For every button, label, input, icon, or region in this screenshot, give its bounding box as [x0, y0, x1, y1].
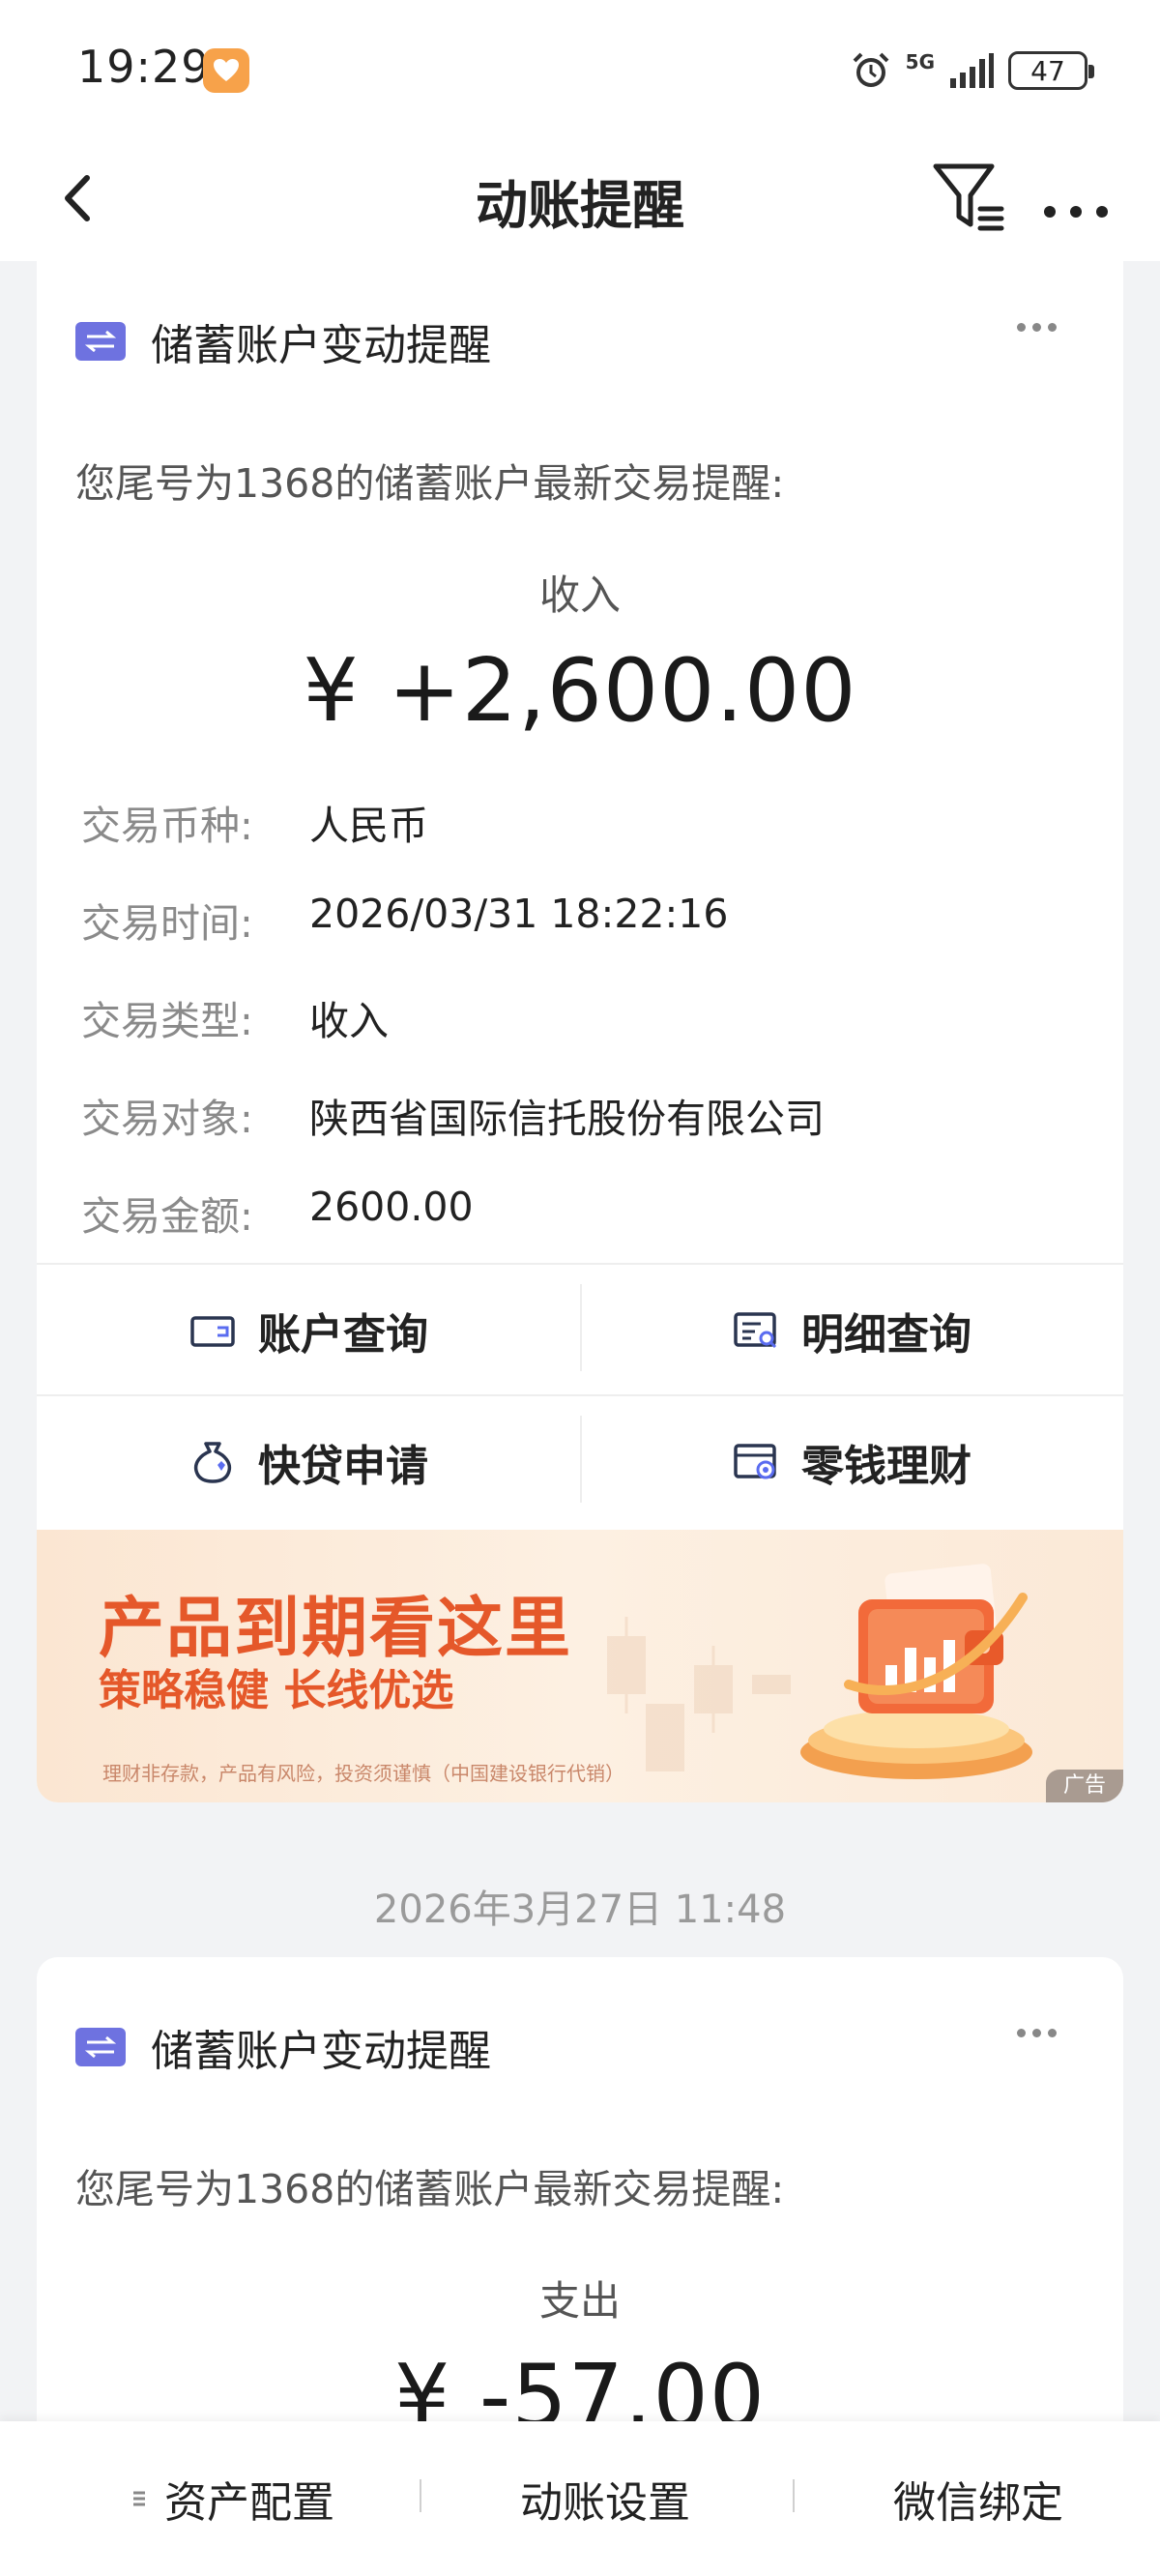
- transaction-amount: ¥ +2,600.00: [303, 640, 857, 742]
- detail-row-currency: 交易币种: 人民币: [81, 793, 428, 851]
- more-options-button[interactable]: [1034, 157, 1117, 240]
- banner-disclaimer: 理财非存款，产品有风险，投资须谨慎（中国建设银行代销）: [102, 1762, 624, 1785]
- notification-settings-button[interactable]: 动账设置: [412, 2421, 798, 2576]
- filter-button[interactable]: [928, 149, 1011, 242]
- wechat-binding-button[interactable]: 微信绑定: [785, 2421, 1160, 2576]
- detail-label: 交易类型:: [81, 998, 253, 1044]
- loan-bag-icon: [193, 1442, 232, 1483]
- card-header: 储蓄账户变动提醒: [75, 2013, 491, 2081]
- transaction-type-heading: 收入: [538, 571, 621, 619]
- card-more-button[interactable]: [1017, 2023, 1085, 2062]
- banner-subtitle: 策略稳健 长线优选: [99, 1666, 454, 1715]
- card-title: 储蓄账户变动提醒: [151, 321, 491, 370]
- detail-value: 陕西省国际信托股份有限公司: [309, 1096, 825, 1142]
- detail-row-counterparty: 交易对象: 陕西省国际信托股份有限公司: [81, 1086, 825, 1144]
- detail-row-type: 交易类型: 收入: [81, 988, 389, 1046]
- account-transfer-icon: [75, 322, 126, 361]
- ad-banner[interactable]: 产品到期看这里 策略稳健 长线优选 理财非存款，产品有风险，投资须谨慎（中国建设…: [37, 1530, 1123, 1802]
- detail-label: 交易对象:: [81, 1096, 253, 1142]
- bottom-item-label: 微信绑定: [893, 2478, 1063, 2528]
- detail-label: 交易时间:: [81, 900, 253, 947]
- detail-search-icon: [734, 1312, 777, 1349]
- ad-tag: 广告: [1046, 1770, 1123, 1802]
- status-bar: 19:29 5G 47: [0, 0, 1160, 135]
- alarm-icon: [853, 52, 889, 87]
- card-title: 储蓄账户变动提醒: [151, 2027, 491, 2076]
- notification-date: 2026年3月27日 11:48: [373, 1888, 787, 1932]
- action-label: 快贷申请: [258, 1442, 428, 1491]
- asset-allocation-button[interactable]: 资产配置: [39, 2421, 425, 2576]
- detail-value: 2026/03/31 18:22:16: [309, 891, 729, 937]
- detail-value: 人民币: [309, 803, 428, 849]
- detail-query-button[interactable]: 明细查询: [580, 1265, 1123, 1396]
- filter-icon: [933, 163, 1004, 231]
- battery-indicator: 47: [1008, 51, 1094, 90]
- detail-label: 交易币种:: [81, 803, 253, 849]
- card-header: 储蓄账户变动提醒: [75, 307, 491, 375]
- detail-row-time: 交易时间: 2026/03/31 18:22:16: [81, 891, 728, 949]
- card-more-button[interactable]: [1017, 317, 1085, 356]
- network-type: 5G: [905, 50, 935, 73]
- loan-apply-button[interactable]: 快贷申请: [37, 1396, 580, 1528]
- action-label: 零钱理财: [801, 1442, 972, 1491]
- wealth-card-icon: [734, 1444, 776, 1479]
- detail-value: 收入: [309, 998, 389, 1044]
- change-wealth-button[interactable]: 零钱理财: [580, 1396, 1123, 1528]
- status-indicators: 5G 47: [850, 46, 1094, 95]
- wallet-icon: [190, 1316, 235, 1347]
- status-time: 19:29: [77, 41, 211, 93]
- card-description: 您尾号为1368的储蓄账户最新交易提醒:: [75, 460, 785, 507]
- bottom-item-label: 动账设置: [520, 2478, 690, 2528]
- action-label: 账户查询: [258, 1310, 428, 1360]
- health-heart-icon: [203, 48, 249, 93]
- bottom-bar: 资产配置 动账设置 微信绑定: [0, 2421, 1160, 2576]
- bottom-item-label: 资产配置: [164, 2478, 334, 2528]
- card-description: 您尾号为1368的储蓄账户最新交易提醒:: [75, 2166, 785, 2212]
- transaction-type-heading: 支出: [538, 2277, 621, 2325]
- detail-label: 交易金额:: [81, 1193, 253, 1240]
- battery-level: 47: [1030, 54, 1065, 87]
- menu-lines-icon: [133, 2491, 145, 2506]
- account-query-button[interactable]: 账户查询: [37, 1265, 580, 1396]
- detail-row-amount: 交易金额: 2600.00: [81, 1184, 474, 1242]
- account-transfer-icon: [75, 2028, 126, 2066]
- more-dots-icon: [1044, 206, 1108, 218]
- notification-card: 储蓄账户变动提醒 您尾号为1368的储蓄账户最新交易提醒: 收入 ¥ +2,60…: [37, 251, 1123, 1802]
- signal-icon: [950, 53, 994, 88]
- detail-value: 2600.00: [309, 1184, 474, 1230]
- wealth-wallet-illustration: [800, 1564, 1032, 1779]
- action-label: 明细查询: [801, 1310, 972, 1360]
- nav-bar: 动账提醒: [0, 135, 1160, 261]
